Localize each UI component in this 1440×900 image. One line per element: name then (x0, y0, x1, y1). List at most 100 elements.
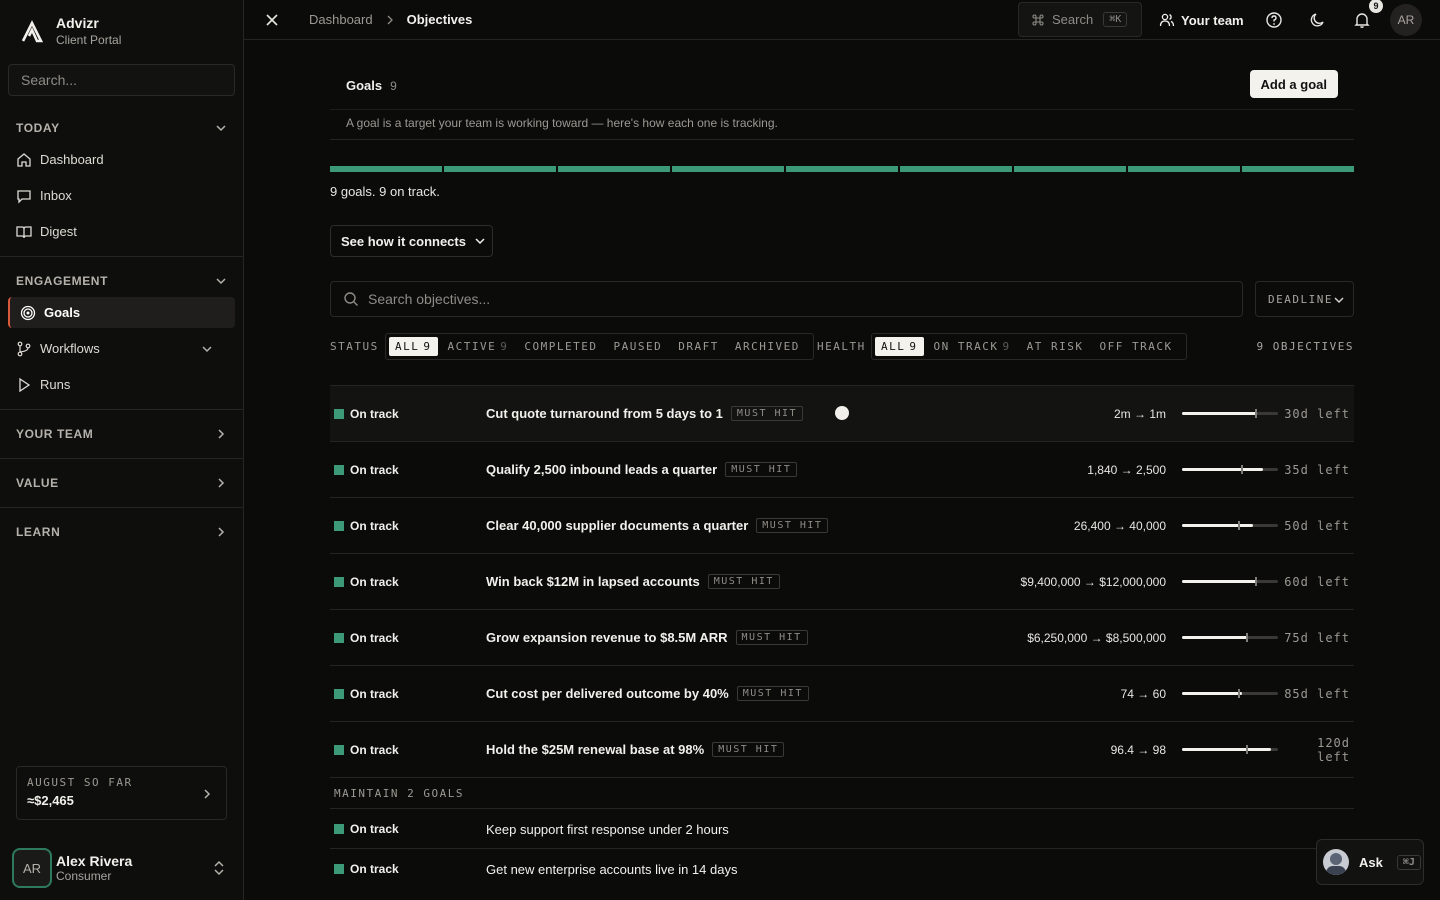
sidebar-item-workflows[interactable]: Workflows (8, 333, 235, 364)
goals-count: 9 (390, 79, 397, 93)
status-filter-chip[interactable]: ARCHIVED (729, 337, 806, 356)
health-filter-label: HEALTH (817, 340, 866, 353)
status-filter-chip[interactable]: ALL 9 (389, 337, 438, 356)
sidebar-item-dashboard[interactable]: Dashboard (8, 144, 235, 175)
table-row[interactable]: On track Grow expansion revenue to $8.5M … (330, 609, 1354, 665)
goal-progress-marker (1254, 577, 1257, 586)
table-row[interactable]: On track Qualify 2,500 inbound leads a qu… (330, 441, 1354, 497)
table-row[interactable]: On track Clear 40,000 supplier documents … (330, 497, 1354, 553)
sidebar-item-label: Runs (40, 377, 71, 392)
users-icon (1159, 13, 1175, 27)
message-icon (17, 189, 31, 204)
status-dot (334, 689, 344, 699)
table-row[interactable]: On track Cut cost per delivered outcome b… (330, 665, 1354, 721)
sidebar-item-runs[interactable]: Runs (8, 369, 235, 400)
goal-progress-fill (1182, 412, 1257, 415)
status-filter-chip[interactable]: ACTIVE 9 (442, 337, 515, 356)
section-value[interactable]: VALUE (16, 473, 228, 493)
cursor-indicator (835, 406, 849, 420)
health-filter-chip-label: ALL (881, 340, 906, 353)
status-filter-chip[interactable]: DRAFT (672, 337, 725, 356)
your-team-button[interactable]: Your team (1159, 12, 1244, 28)
health-filter-chip[interactable]: ON TRACK 9 (928, 337, 1017, 356)
help-circle-icon[interactable] (1265, 11, 1283, 29)
goal-progress-fill (1182, 636, 1249, 639)
sidebar-search-input[interactable]: Search... (8, 64, 235, 96)
deadline-line: 120d (1317, 736, 1350, 750)
section-today[interactable]: TODAY (16, 118, 228, 138)
section-engagement-label: ENGAGEMENT (16, 274, 109, 288)
bell-icon[interactable] (1353, 11, 1371, 29)
deadline-label: 75d left (1284, 631, 1350, 645)
health-filter-chip-count: 9 (1002, 340, 1011, 353)
status-dot (334, 465, 344, 475)
goal-progress-marker (1254, 409, 1257, 418)
progress-segment (1014, 166, 1126, 172)
status-badge: On track (334, 575, 399, 589)
status-label: On track (350, 687, 399, 701)
goal-title-text: Win back $12M in lapsed accounts (486, 574, 700, 589)
chevron-down-icon (1334, 297, 1344, 304)
goal-title-text: Clear 40,000 supplier documents a quarte… (486, 518, 749, 533)
section-engagement[interactable]: ENGAGEMENT (16, 271, 228, 291)
spend-summary-card[interactable]: AUGUST SO FAR ≈$2,465 (16, 766, 227, 820)
breadcrumb-dashboard[interactable]: Dashboard (309, 12, 373, 27)
global-search-button[interactable]: Search ⌘K (1018, 2, 1142, 37)
goal-title: Get new enterprise accounts live in 14 d… (486, 862, 738, 877)
table-row[interactable]: On track Keep support first response unde… (330, 808, 1354, 848)
sort-select[interactable]: DEADLINE (1255, 281, 1354, 317)
ask-shortcut: ⌘J (1396, 854, 1421, 870)
goal-progress-bar (1182, 689, 1278, 698)
status-filter-chip-count: 9 (423, 340, 432, 353)
health-filter-chip[interactable]: ALL 9 (875, 337, 924, 356)
goal-title: Cut quote turnaround from 5 days to 1 MUS… (486, 406, 804, 421)
status-badge: On track (334, 687, 399, 701)
sidebar-item-inbox[interactable]: Inbox (8, 180, 235, 211)
sidebar-item-goals[interactable]: Goals (8, 297, 235, 328)
priority-tag: MUST HIT (735, 630, 808, 645)
deadline-label: 35d left (1284, 463, 1350, 477)
table-row[interactable]: On track Cut quote turnaround from 5 days… (330, 385, 1354, 441)
sidebar-item-label: Goals (44, 305, 81, 320)
table-row[interactable]: On track Win back $12M in lapsed accounts… (330, 553, 1354, 609)
goal-metric: 96.4 → 98 (1110, 743, 1166, 757)
goal-title-text: Grow expansion revenue to $8.5M ARR (486, 630, 728, 645)
sidebar-divider (0, 458, 243, 459)
brand[interactable]: Advizr Client Portal (20, 14, 121, 48)
health-filter-chip-label: ON TRACK (933, 340, 999, 353)
status-filter-chip[interactable]: PAUSED (607, 337, 668, 356)
ask-assistant-button[interactable]: Ask ⌘J (1316, 839, 1424, 885)
search-placeholder: Search objectives... (368, 291, 491, 307)
table-row[interactable]: On track Get new enterprise accounts live… (330, 848, 1354, 888)
chevron-right-icon (218, 527, 225, 537)
health-filter-group: ALL 9 ON TRACK 9 AT RISK OFF TRACK (871, 333, 1187, 360)
chevron-right-icon (387, 15, 393, 24)
chevron-down-icon (202, 345, 212, 352)
avatar[interactable]: AR (1390, 4, 1422, 36)
table-row[interactable]: On track Hold the $25M renewal base at 98… (330, 721, 1354, 777)
chevron-down-icon (216, 278, 226, 285)
goal-title: Clear 40,000 supplier documents a quarte… (486, 518, 829, 533)
health-filter-chip[interactable]: AT RISK (1021, 337, 1090, 356)
goals-title-text: Goals (346, 78, 383, 93)
sidebar-item-digest[interactable]: Digest (8, 216, 235, 247)
filter-row: STATUS ALL 9 ACTIVE 9 COMPLETED PAUSED DRAFT AR… (330, 333, 1354, 361)
status-filter-chip-label: ARCHIVED (734, 340, 800, 353)
user-menu[interactable]: AR Alex Rivera Consumer (12, 848, 234, 888)
priority-tag: MUST HIT (730, 406, 804, 421)
health-filter-chip[interactable]: OFF TRACK (1093, 337, 1178, 356)
health-filter-chip-label: AT RISK (1026, 340, 1084, 353)
add-goal-button[interactable]: Add a goal (1249, 70, 1338, 98)
status-filter-chip[interactable]: COMPLETED (518, 337, 603, 356)
close-icon[interactable] (264, 12, 280, 28)
section-your-team[interactable]: YOUR TEAM (16, 424, 228, 444)
see-how-it-connects-button[interactable]: See how it connects (330, 225, 493, 257)
status-badge: On track (334, 519, 399, 533)
status-dot (334, 409, 344, 419)
priority-tag: MUST HIT (736, 686, 809, 701)
section-learn[interactable]: LEARN (16, 522, 228, 542)
moon-icon[interactable] (1309, 11, 1327, 29)
objectives-search-input[interactable]: Search objectives... (330, 281, 1243, 317)
goal-title: Keep support first response under 2 hour… (486, 822, 729, 837)
spend-value: ≈$2,465 (27, 793, 74, 808)
